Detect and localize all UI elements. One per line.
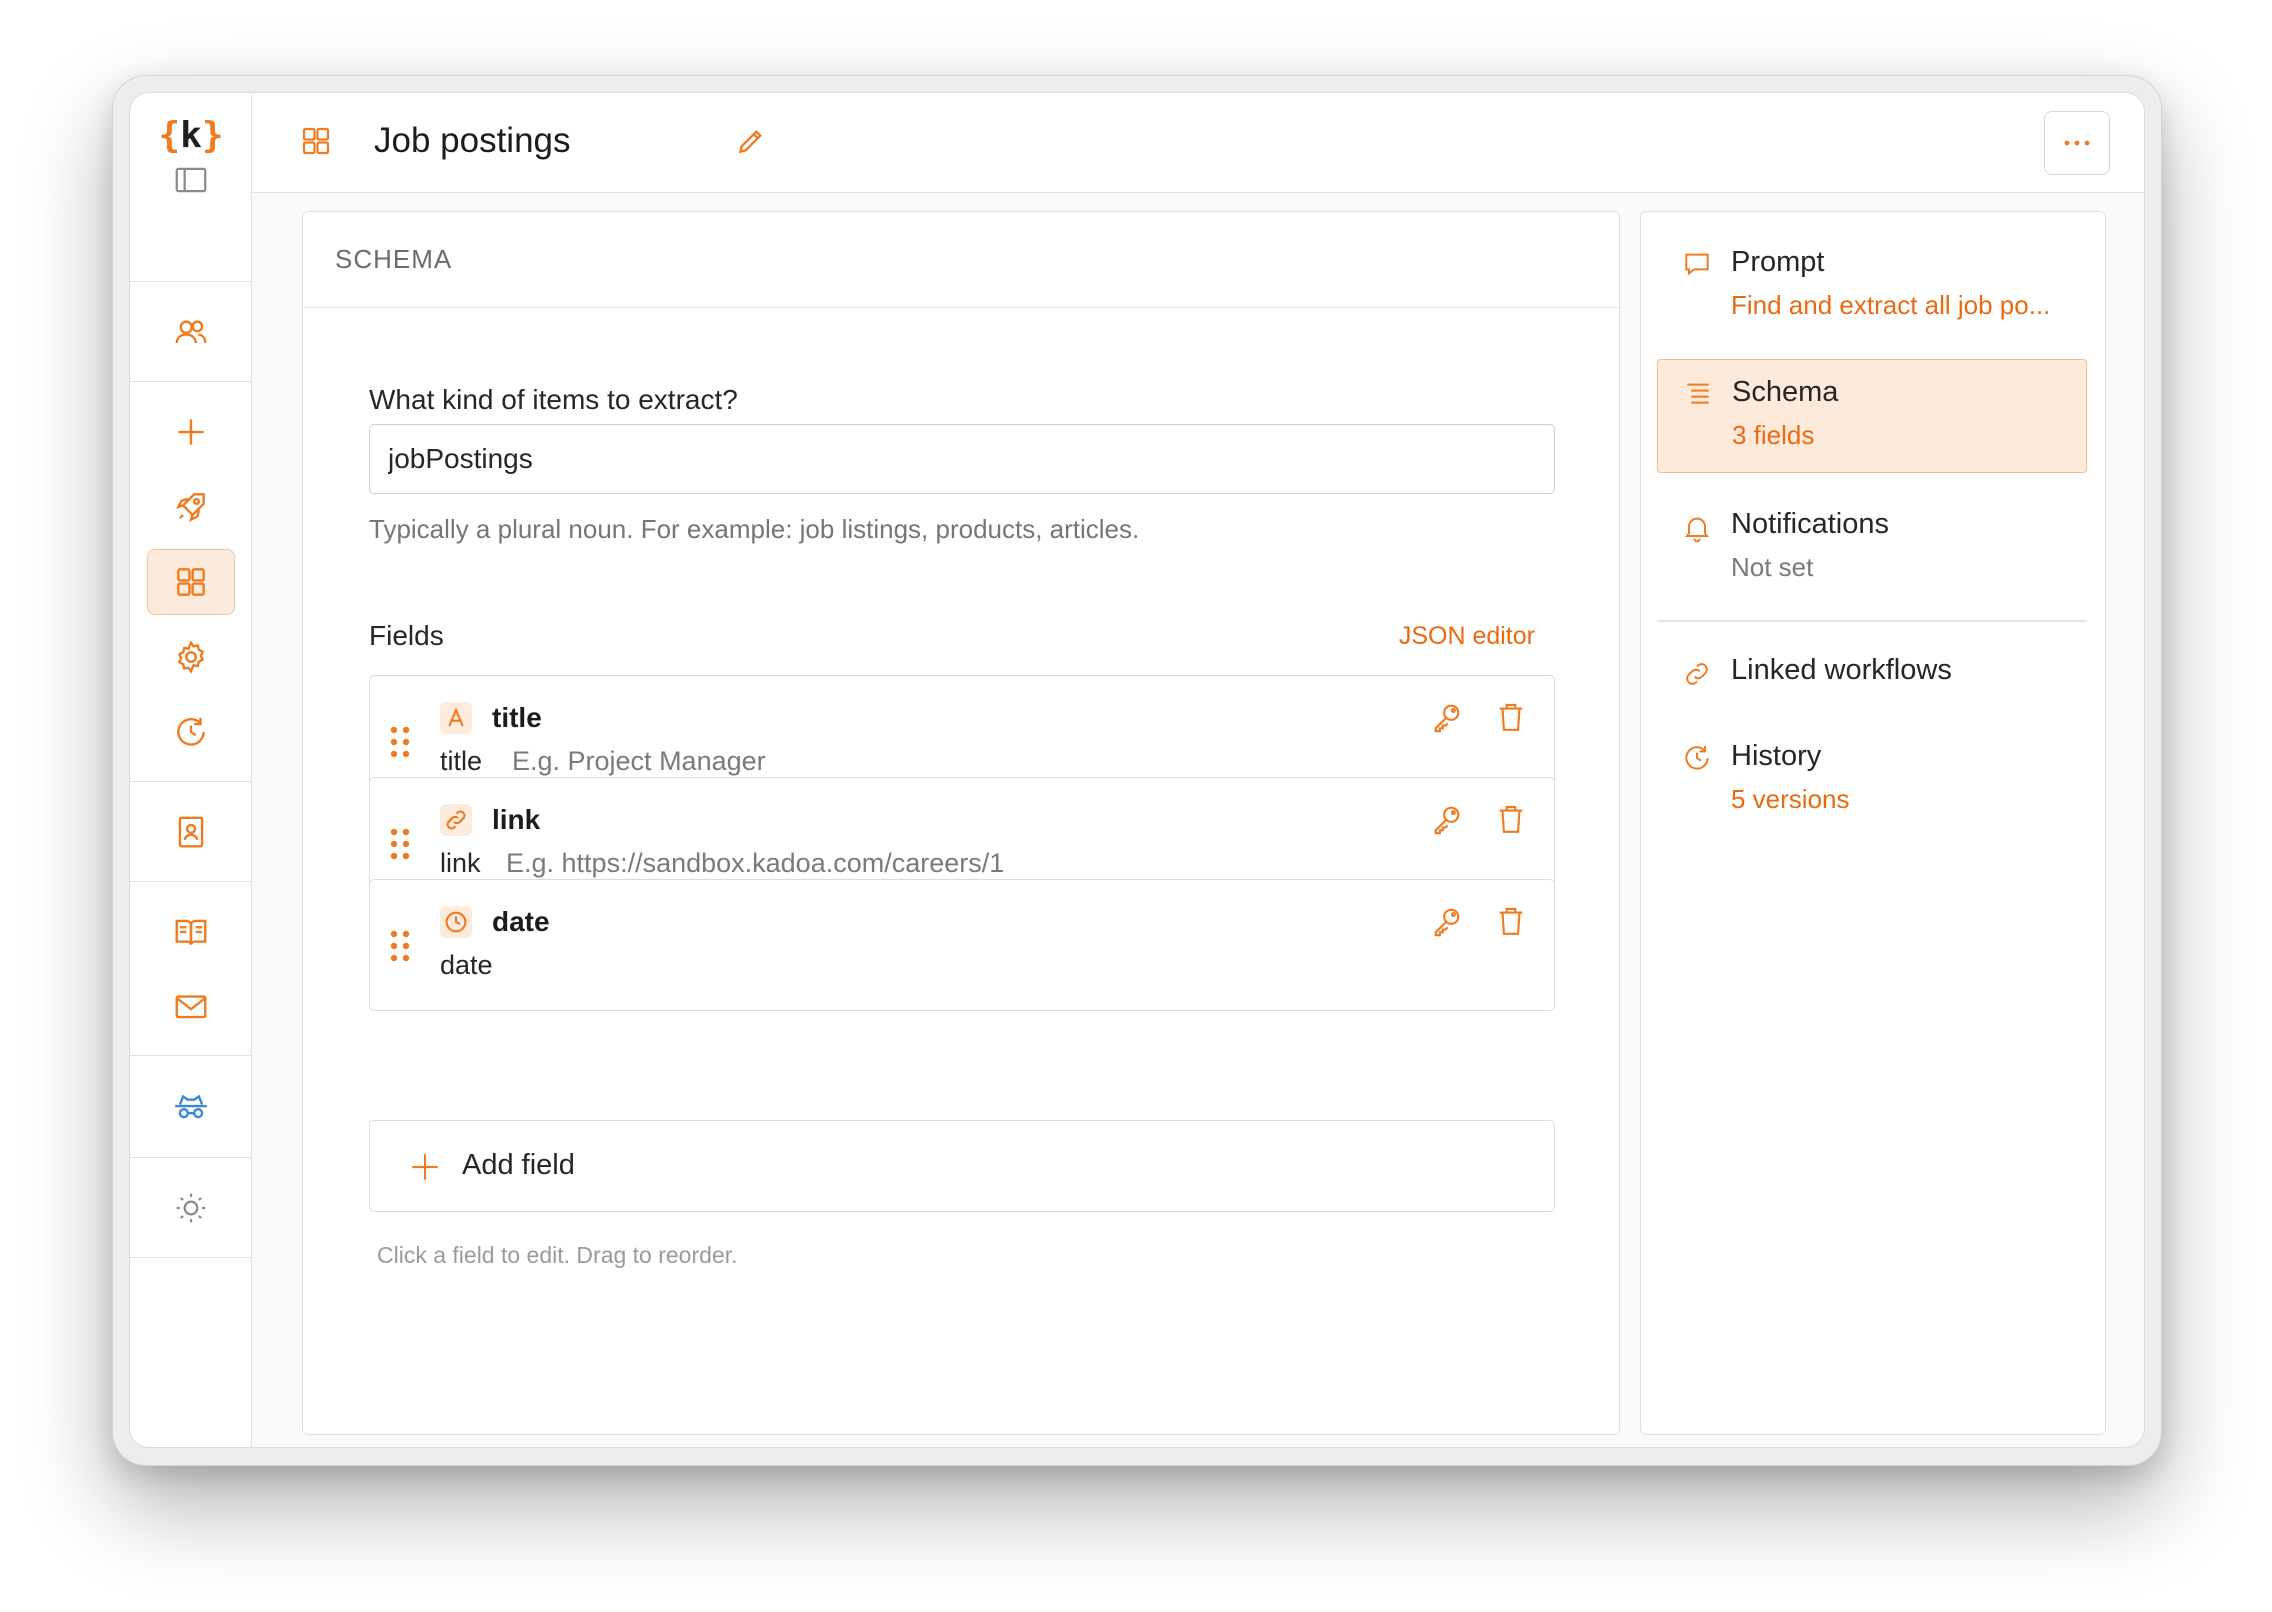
clock-type-icon	[440, 906, 472, 938]
add-field-label: Add field	[462, 1149, 575, 1181]
config-subtitle: Find and extract all job po...	[1731, 290, 2051, 320]
field-key: title	[440, 746, 483, 776]
config-title: Prompt	[1731, 246, 1825, 278]
config-divider	[1657, 620, 2087, 622]
pencil-icon[interactable]	[735, 125, 767, 157]
more-options-button[interactable]	[2044, 111, 2110, 175]
book-icon	[175, 919, 207, 945]
sidebar-divider	[130, 881, 252, 882]
sidebar-divider	[130, 381, 252, 382]
config-subtitle: 5 versions	[1731, 784, 1850, 814]
config-title: Schema	[1732, 376, 1839, 408]
fields-footer-hint: Click a field to edit. Drag to reorder.	[377, 1242, 738, 1268]
link-type-icon	[440, 804, 472, 836]
sidebar-item-history[interactable]	[147, 699, 235, 765]
field-example: E.g. https://sandbox.kadoa.com/careers/1	[506, 848, 1005, 878]
drag-handle-icon[interactable]	[388, 928, 412, 964]
sidebar-item-docs[interactable]	[147, 899, 235, 965]
config-title: History	[1731, 740, 1822, 772]
app-window: {k} Job postings SCHEMA What kind of ite…	[129, 92, 2145, 1448]
field-name: title	[492, 702, 542, 733]
list-icon	[1687, 383, 1709, 404]
config-title: Notifications	[1731, 508, 1889, 540]
trash-icon[interactable]	[1494, 904, 1528, 938]
section-title: SCHEMA	[303, 212, 1619, 308]
field-key: date	[440, 950, 493, 980]
sidebar-item-incognito[interactable]	[147, 1073, 235, 1139]
grid-icon	[302, 127, 330, 155]
config-item-schema[interactable]: Schema 3 fields	[1657, 359, 2087, 473]
gear-icon	[177, 640, 205, 674]
json-editor-link[interactable]: JSON editor	[1399, 622, 1535, 651]
field-example: E.g. Project Manager	[512, 746, 766, 776]
history-icon	[1685, 746, 1709, 770]
config-item-history[interactable]: History 5 versions	[1657, 722, 2087, 834]
key-icon[interactable]	[1430, 904, 1464, 938]
sidebar-item-launch[interactable]	[147, 474, 235, 540]
sidebar-divider	[130, 1257, 252, 1258]
sidebar-divider	[130, 281, 252, 282]
plus-icon	[178, 419, 204, 445]
drag-handle-icon[interactable]	[388, 724, 412, 760]
text-type-icon	[440, 702, 472, 734]
incognito-icon	[175, 1094, 207, 1119]
plus-icon	[412, 1154, 438, 1180]
trash-icon[interactable]	[1494, 700, 1528, 734]
sidebar-panel-icon	[175, 167, 207, 193]
ellipsis-icon	[2064, 140, 2090, 146]
sidebar-divider	[130, 1157, 252, 1158]
key-icon[interactable]	[1430, 802, 1464, 836]
rocket-icon	[175, 493, 205, 523]
add-field-button[interactable]: Add field	[369, 1120, 1555, 1212]
config-subtitle: Not set	[1731, 552, 1814, 582]
field-key: link	[440, 848, 481, 878]
config-item-prompt[interactable]: Prompt Find and extract all job po...	[1657, 226, 2087, 338]
drag-handle-icon[interactable]	[388, 826, 412, 862]
items-kind-hint: Typically a plural noun. For example: jo…	[369, 514, 1140, 544]
page-title: Job postings	[374, 121, 571, 160]
schema-panel: SCHEMA What kind of items to extract? Ty…	[302, 211, 1620, 1435]
sidebar-toggle-button[interactable]	[147, 147, 235, 213]
items-question-label: What kind of items to extract?	[369, 384, 738, 415]
chat-icon	[1685, 253, 1709, 276]
grid-icon	[177, 568, 205, 596]
link-icon	[1686, 663, 1708, 685]
items-kind-input[interactable]	[369, 424, 1555, 494]
bell-icon	[1685, 517, 1709, 543]
config-title: Linked workflows	[1731, 654, 1952, 686]
field-row-date[interactable]: date date	[369, 879, 1555, 1011]
trash-icon[interactable]	[1494, 802, 1528, 836]
mail-icon	[175, 995, 207, 1019]
sidebar-item-new[interactable]	[147, 399, 235, 465]
field-name: link	[492, 804, 541, 835]
sidebar-divider	[130, 1055, 252, 1056]
sidebar-item-mail[interactable]	[147, 973, 235, 1039]
key-icon[interactable]	[1430, 700, 1464, 734]
sidebar-item-team[interactable]	[147, 299, 235, 365]
config-panel: Prompt Find and extract all job po... Sc…	[1640, 211, 2106, 1435]
sidebar: {k}	[130, 93, 252, 1447]
sun-icon	[176, 1193, 206, 1223]
theme-toggle-button[interactable]	[147, 1175, 235, 1241]
sidebar-item-contacts[interactable]	[147, 799, 235, 865]
history-icon	[177, 717, 205, 746]
config-subtitle: 3 fields	[1732, 420, 1815, 450]
config-item-linked-workflows[interactable]: Linked workflows	[1657, 638, 2087, 708]
fields-label: Fields	[369, 620, 444, 651]
page-header: Job postings	[252, 93, 2144, 193]
sidebar-item-settings[interactable]	[147, 624, 235, 690]
config-item-notifications[interactable]: Notifications Not set	[1657, 488, 2087, 600]
users-icon	[175, 320, 207, 344]
field-name: date	[492, 906, 550, 937]
contact-card-icon	[178, 816, 204, 848]
sidebar-item-workflows[interactable]	[147, 549, 235, 615]
sidebar-divider	[130, 781, 252, 782]
